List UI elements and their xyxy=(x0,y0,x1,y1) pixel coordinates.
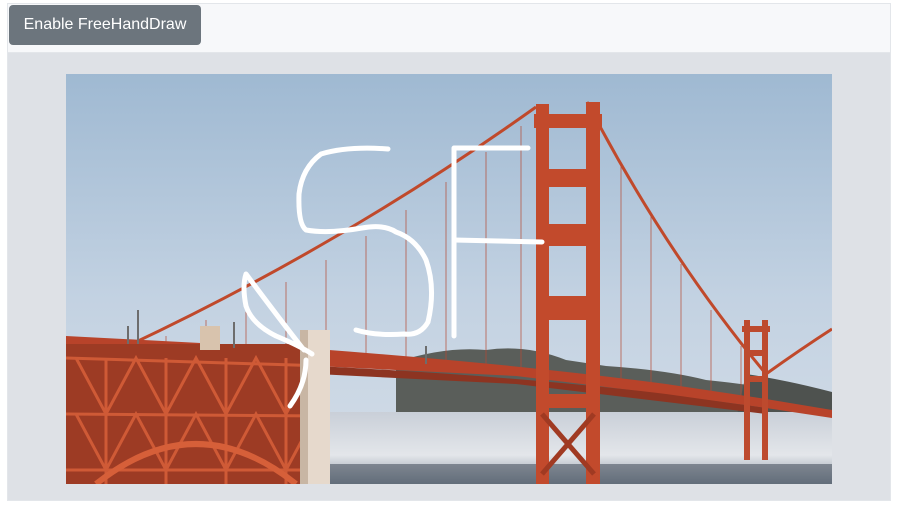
canvas-area xyxy=(8,53,890,500)
toolbar: Enable FreeHandDraw xyxy=(8,4,890,53)
enable-freehand-draw-button[interactable]: Enable FreeHandDraw xyxy=(9,5,201,45)
drawing-canvas[interactable] xyxy=(66,74,832,484)
bridge-photo xyxy=(66,74,832,484)
app-container: Enable FreeHandDraw xyxy=(7,3,891,501)
